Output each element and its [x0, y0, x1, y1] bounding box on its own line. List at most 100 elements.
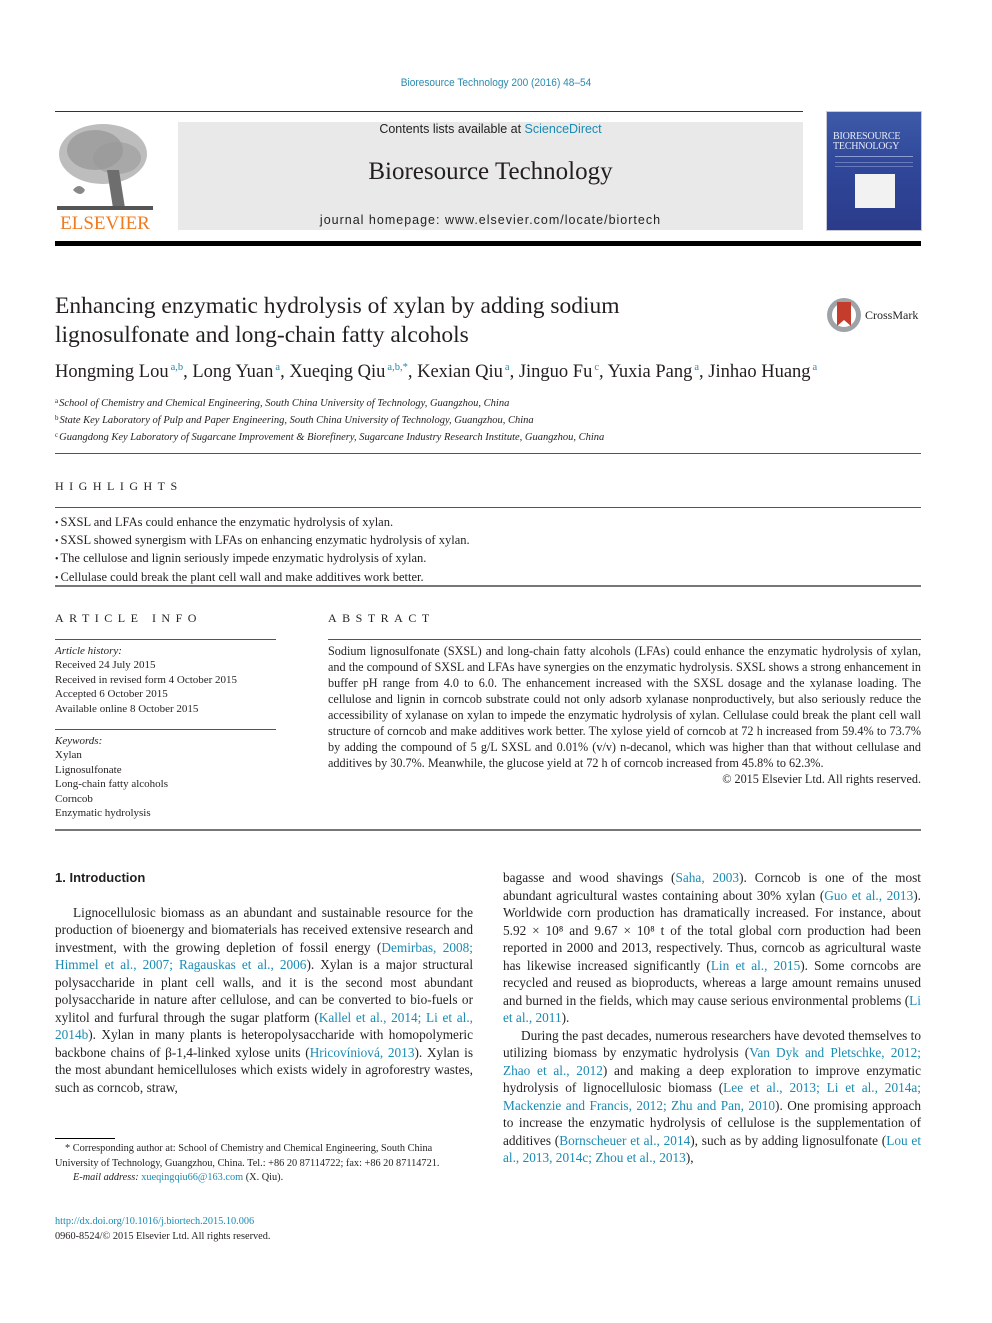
divider — [55, 639, 276, 640]
journal-masthead: Contents lists available at ScienceDirec… — [178, 122, 803, 230]
author-name: Hongming Lou — [55, 362, 169, 382]
author-separator: , — [699, 362, 709, 382]
author-list: Hongming Lou a,b, Long Yuan a, Xueqing Qiu… — [55, 362, 935, 383]
abstract-text: Sodium lignosulfonate (SXSL) and long-ch… — [328, 644, 921, 770]
elsevier-wordmark: ELSEVIER — [60, 213, 150, 234]
contents-line: Contents lists available at ScienceDirec… — [178, 122, 803, 136]
affiliation-item: cGuangdong Key Laboratory of Sugarcane I… — [55, 428, 935, 445]
elsevier-tree-icon — [57, 124, 153, 210]
affiliation-item: bState Key Laboratory of Pulp and Paper … — [55, 411, 935, 428]
author-name: Jinhao Huang — [708, 362, 811, 382]
journal-citation-text[interactable]: Bioresource Technology 200 (2016) 48–54 — [401, 77, 592, 89]
citation-link[interactable]: Saha, 2003 — [675, 870, 739, 885]
cover-title-line2: TECHNOLOGY — [833, 141, 900, 152]
author-name: Long Yuan — [192, 362, 274, 382]
corresponding-author-text: * Corresponding author at: School of Che… — [55, 1143, 440, 1169]
divider — [55, 507, 921, 508]
intro-paragraph-1: Lignocellulosic biomass as an abundant a… — [55, 904, 473, 1097]
crossmark-icon — [827, 298, 861, 332]
journal-title: Bioresource Technology — [368, 158, 613, 185]
highlight-item: SXSL and LFAs could enhance the enzymati… — [55, 514, 915, 532]
author-separator: , — [280, 362, 290, 382]
journal-citation[interactable]: Bioresource Technology 200 (2016) 48–54 — [40, 77, 953, 89]
header-thick-rule — [55, 241, 921, 246]
divider — [328, 639, 921, 640]
affiliations: aSchool of Chemistry and Chemical Engine… — [55, 394, 935, 445]
citation-link[interactable]: Bornscheuer et al., 2014 — [559, 1133, 690, 1148]
divider — [55, 111, 803, 112]
cover-divider — [835, 166, 913, 167]
keywords-label: Keywords: — [55, 735, 103, 747]
intro-paragraph-1-continued: bagasse and wood shavings (Saha, 2003). … — [503, 869, 921, 1027]
email-label: E-mail address: — [73, 1172, 142, 1183]
keyword-item: Xylan — [55, 749, 82, 762]
author-name: Kexian Qiu — [417, 362, 503, 382]
citation-link[interactable]: Guo et al., 2013 — [824, 888, 913, 903]
history-item: Received in revised form 4 October 2015 — [55, 673, 238, 686]
keyword-item: Enzymatic hydrolysis — [55, 807, 151, 820]
affiliation-text: Guangdong Key Laboratory of Sugarcane Im… — [59, 432, 605, 443]
cover-title: BIORESOURCE TECHNOLOGY — [833, 132, 917, 152]
elsevier-logo: ELSEVIER — [55, 120, 155, 235]
crossmark-badge[interactable]: CrossMark — [827, 298, 927, 334]
highlights-list: SXSL and LFAs could enhance the enzymati… — [55, 514, 915, 587]
body-text: bagasse and wood shavings ( — [503, 870, 676, 885]
body-text: ). — [561, 1010, 570, 1025]
affiliation-key: a — [55, 397, 59, 405]
affiliation-text: State Key Laboratory of Pulp and Paper E… — [59, 415, 534, 426]
history-item: Available online 8 October 2015 — [55, 702, 199, 715]
article-title: Enhancing enzymatic hydrolysis of xylan … — [55, 293, 620, 348]
affiliation-item: aSchool of Chemistry and Chemical Engine… — [55, 394, 935, 411]
cover-divider — [835, 162, 913, 163]
author-name: Yuxia Pang — [607, 362, 693, 382]
author-name: Xueqing Qiu — [289, 362, 386, 382]
contents-prefix: Contents lists available at — [379, 122, 525, 136]
body-column-left: 1. Introduction Lignocellulosic biomass … — [55, 869, 473, 1096]
author-affiliation-marker[interactable]: a,b — [171, 362, 184, 373]
history-item: Accepted 6 October 2015 — [55, 688, 168, 701]
article-info-heading: ARTICLE INFO — [55, 611, 202, 625]
email-link[interactable]: xueqingqiu66@163.com — [141, 1172, 243, 1183]
footnote-rule — [55, 1138, 115, 1139]
author-affiliation-marker[interactable]: a — [813, 362, 818, 373]
body-text: ), such as by adding lignosulfonate ( — [690, 1132, 887, 1148]
email-suffix: (X. Qiu). — [243, 1172, 284, 1183]
doi-link[interactable]: http://dx.doi.org/10.1016/j.biortech.201… — [55, 1216, 254, 1227]
keyword-item: Lignosulfonate — [55, 763, 122, 776]
author-separator: , — [509, 362, 519, 382]
affiliation-key: c — [55, 431, 59, 439]
abstract-body: Sodium lignosulfonate (SXSL) and long-ch… — [328, 643, 921, 787]
history-item: Received 24 July 2015 — [55, 659, 156, 672]
keywords: Keywords: Xylan Lignosulfonate Long-chai… — [55, 734, 280, 820]
cover-divider — [835, 156, 913, 157]
author-separator: , — [183, 362, 193, 382]
keyword-item: Corncob — [55, 792, 93, 805]
journal-homepage[interactable]: journal homepage: www.elsevier.com/locat… — [178, 213, 803, 227]
journal-cover-image[interactable]: BIORESOURCE TECHNOLOGY — [826, 111, 922, 231]
author-affiliation-marker[interactable]: a,b,* — [387, 362, 407, 373]
affiliation-text: School of Chemistry and Chemical Enginee… — [59, 398, 510, 409]
keyword-item: Long-chain fatty alcohols — [55, 778, 169, 791]
doi-block: http://dx.doi.org/10.1016/j.biortech.201… — [55, 1215, 473, 1244]
citation-link[interactable]: Lin et al., 2015 — [711, 958, 800, 973]
body-text: ), — [685, 1150, 694, 1165]
author-separator: , — [599, 362, 608, 382]
divider — [55, 729, 276, 730]
corresponding-author-footnote: * Corresponding author at: School of Che… — [55, 1142, 473, 1186]
abstract-copyright: © 2015 Elsevier Ltd. All rights reserved… — [722, 772, 921, 786]
email-line: E-mail address: xueqingqiu66@163.com (X.… — [55, 1171, 473, 1186]
divider — [55, 829, 921, 831]
sciencedirect-link[interactable]: ScienceDirect — [525, 122, 602, 136]
affiliation-key: b — [55, 414, 59, 422]
article-history-label: Article history: — [55, 645, 122, 657]
cover-figure — [855, 174, 895, 208]
divider — [55, 585, 921, 587]
body-column-right: bagasse and wood shavings (Saha, 2003). … — [503, 869, 921, 1167]
abstract-heading: ABSTRACT — [328, 611, 435, 625]
author-separator: , — [407, 362, 418, 382]
highlights-heading: HIGHLIGHTS — [55, 479, 183, 493]
highlight-item: SXSL showed synergism with LFAs on enhan… — [55, 532, 915, 550]
citation-link[interactable]: Hricovíniová, 2013 — [310, 1045, 415, 1060]
crossmark-label: CrossMark — [865, 308, 919, 322]
article-history: Article history: Received 24 July 2015 R… — [55, 644, 280, 716]
